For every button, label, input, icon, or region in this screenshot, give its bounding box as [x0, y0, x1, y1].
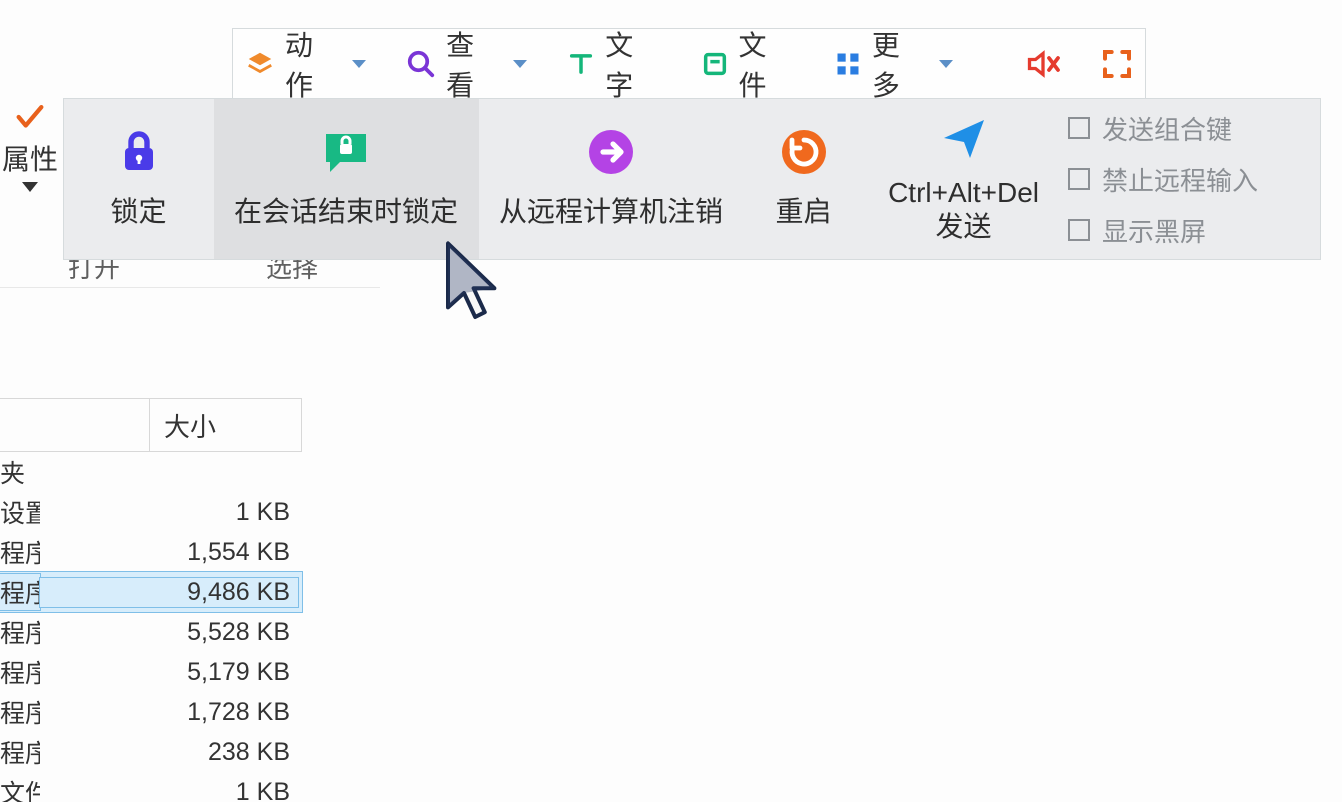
col-size-header[interactable]: 大小	[150, 399, 302, 451]
ribbon-check-column: 发送组合键 禁止远程输入 显示黑屏	[1064, 99, 1268, 259]
cell-type: 程序	[0, 694, 40, 730]
cell-size: 5,528 KB	[40, 618, 298, 647]
action-lock-on-session-end-label: 在会话结束时锁定	[234, 190, 458, 230]
menu-more[interactable]: 更多	[830, 18, 957, 110]
mute-button[interactable]	[1021, 40, 1065, 88]
checkbox-icon	[1068, 117, 1090, 139]
lock-chat-icon	[320, 128, 372, 176]
cell-size: 1 KB	[40, 778, 298, 802]
search-icon	[406, 49, 436, 79]
cell-size: 238 KB	[40, 738, 298, 767]
logout-icon	[587, 128, 635, 176]
menu-file-label: 文件	[739, 24, 794, 104]
table-row[interactable]: 程序1,554 KB	[0, 532, 302, 572]
checkbox-icon	[1068, 168, 1090, 190]
file-size-table: 大小 夹设置1 KB程序1,554 KB程序9,486 KB程序5,528 KB…	[0, 398, 302, 802]
menu-view[interactable]: 查看	[402, 18, 531, 110]
caret-down-icon	[513, 60, 527, 68]
fullscreen-icon	[1101, 48, 1133, 80]
check-send-hotkeys[interactable]: 发送组合键	[1068, 110, 1258, 147]
cell-type: 设置	[0, 494, 40, 530]
cell-type: 程序	[0, 734, 40, 770]
cell-type: 文件	[0, 774, 40, 802]
menu-actions-label: 动作	[285, 24, 340, 104]
cell-size: 1,554 KB	[40, 538, 298, 567]
action-restart[interactable]: 重启	[744, 99, 864, 259]
caret-down-icon	[939, 60, 953, 68]
fullscreen-button[interactable]	[1097, 42, 1137, 86]
cell-size: 9,486 KB	[40, 578, 298, 607]
col-type-header[interactable]	[0, 399, 150, 451]
caret-down-icon	[22, 182, 38, 192]
action-send-cad-label: Ctrl+Alt+Del 发送	[888, 176, 1039, 243]
menu-actions[interactable]: 动作	[241, 18, 370, 110]
cell-size: 1,728 KB	[40, 698, 298, 727]
text-t-icon	[567, 50, 595, 78]
restart-icon	[780, 128, 828, 176]
check-icon	[13, 100, 47, 134]
cell-type: 程序	[0, 534, 40, 570]
table-row[interactable]: 程序1,728 KB	[0, 692, 302, 732]
file-box-icon	[701, 50, 729, 78]
lock-icon	[115, 128, 163, 176]
check-show-black-screen[interactable]: 显示黑屏	[1068, 212, 1258, 249]
table-row[interactable]: 程序9,486 KB	[0, 572, 302, 612]
menu-text-label: 文字	[605, 24, 660, 104]
cell-type: 程序	[0, 654, 40, 690]
cell-type: 程序	[0, 574, 40, 610]
remote-top-menu: 动作 查看 文字 文件 更多	[232, 28, 1146, 98]
table-row[interactable]: 程序5,179 KB	[0, 652, 302, 692]
actions-ribbon: 锁定 在会话结束时锁定 从远程计算机注销 重启 Ctrl+Alt+Del 发送 …	[63, 98, 1321, 260]
check-show-black-screen-label: 显示黑屏	[1102, 212, 1206, 249]
table-row[interactable]: 文件1 KB	[0, 772, 302, 802]
stack-icon	[245, 49, 275, 79]
table-body: 夹设置1 KB程序1,554 KB程序9,486 KB程序5,528 KB程序5…	[0, 452, 302, 802]
table-header: 大小	[0, 398, 302, 452]
action-lock-label: 锁定	[110, 190, 166, 230]
menu-more-label: 更多	[872, 24, 927, 104]
checkbox-icon	[1068, 219, 1090, 241]
cell-type: 夹	[0, 454, 40, 490]
menu-file[interactable]: 文件	[697, 18, 798, 110]
apps-grid-icon	[834, 50, 862, 78]
action-logout-remote-label: 从远程计算机注销	[499, 190, 723, 230]
properties-button[interactable]: 属性	[0, 100, 60, 192]
cell-type: 程序	[0, 614, 40, 650]
cell-size: 5,179 KB	[40, 658, 298, 687]
action-lock-on-session-end[interactable]: 在会话结束时锁定	[214, 99, 479, 259]
action-send-ctrl-alt-del[interactable]: Ctrl+Alt+Del 发送	[864, 99, 1064, 259]
action-restart-label: 重启	[776, 190, 832, 230]
check-block-remote-input[interactable]: 禁止远程输入	[1068, 161, 1258, 198]
table-row[interactable]: 设置1 KB	[0, 492, 302, 532]
caret-down-icon	[352, 60, 366, 68]
menu-text[interactable]: 文字	[563, 18, 664, 110]
send-plane-icon	[940, 114, 988, 162]
action-logout-remote[interactable]: 从远程计算机注销	[479, 99, 744, 259]
cell-size: 1 KB	[40, 498, 298, 527]
properties-label: 属性	[2, 138, 58, 178]
table-row[interactable]: 程序238 KB	[0, 732, 302, 772]
check-block-remote-input-label: 禁止远程输入	[1102, 161, 1258, 198]
menu-view-label: 查看	[446, 24, 501, 104]
mute-icon	[1025, 46, 1061, 82]
action-lock[interactable]: 锁定	[64, 99, 214, 259]
check-send-hotkeys-label: 发送组合键	[1102, 110, 1232, 147]
table-row[interactable]: 程序5,528 KB	[0, 612, 302, 652]
table-row[interactable]: 夹	[0, 452, 302, 492]
